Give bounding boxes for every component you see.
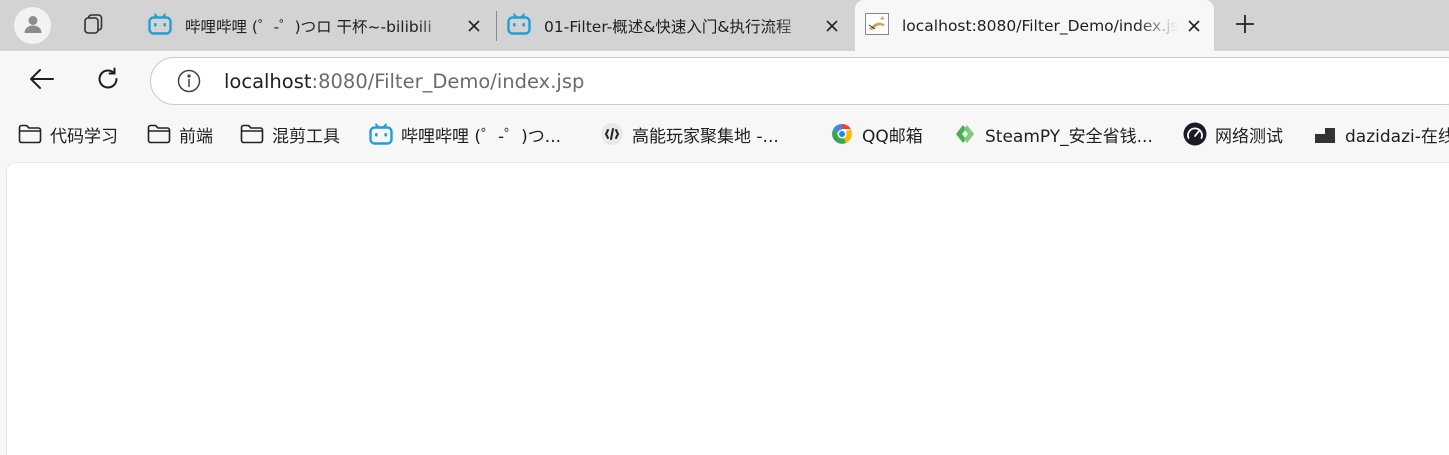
bookmark-speedtest[interactable]: 网络测试 <box>1183 119 1283 149</box>
folder-icon <box>147 122 171 146</box>
bookmark-label: 哔哩哔哩 (゜-゜)つ... <box>401 126 562 147</box>
tab-filter-video[interactable]: 01-Filter-概述&快速入门&执行流程 <box>497 8 852 44</box>
bookmark-label: 前端 <box>179 126 213 147</box>
bookmarks-bar: 代码学习 前端 混剪工具 哔哩哔哩 (゜-゜)つ... 高能玩家聚集地 -...… <box>0 111 1449 157</box>
profile-avatar-button[interactable] <box>14 7 51 44</box>
arrow-left-icon <box>29 68 55 94</box>
url-path: :8080/Filter_Demo/index.jsp <box>311 69 585 93</box>
bookmark-gamer[interactable]: 高能玩家聚集地 -... <box>600 119 779 149</box>
bookmark-label: QQ邮箱 <box>862 126 923 147</box>
reload-button[interactable] <box>88 61 128 101</box>
profile-icon <box>21 12 45 40</box>
tab-bilibili-home[interactable]: 哔哩哔哩 (゜-゜)つロ 干杯~-bilibili <box>138 8 494 44</box>
bookmark-label: 网络测试 <box>1215 126 1283 147</box>
bookmark-qqmail[interactable]: QQ邮箱 <box>830 119 923 149</box>
tab-title: 哔哩哔哩 (゜-゜)つロ 干杯~-bilibili <box>185 18 432 36</box>
close-icon[interactable] <box>464 16 484 36</box>
bookmark-label: 高能玩家聚集地 -... <box>632 126 779 147</box>
tab-localhost-active[interactable]: localhost:8080/Filter_Demo/index.jsp <box>855 0 1214 51</box>
bookmark-dazidazi[interactable]: dazidazi-在线 <box>1313 119 1449 149</box>
tab-strip: 哔哩哔哩 (゜-゜)つロ 干杯~-bilibili 01-Filter-概述&快… <box>0 0 1449 51</box>
site-info-icon[interactable] <box>176 68 202 94</box>
gamer-icon <box>600 122 624 146</box>
workspaces-button[interactable] <box>74 7 112 45</box>
page-content-area[interactable] <box>6 162 1449 455</box>
close-icon[interactable] <box>1184 16 1204 36</box>
bookmark-folder-frontend[interactable]: 前端 <box>147 119 213 149</box>
close-icon[interactable] <box>822 16 842 36</box>
bilibili-icon <box>148 13 172 39</box>
back-button[interactable] <box>22 61 62 101</box>
bookmark-label: 代码学习 <box>50 126 118 147</box>
speedtest-icon <box>1183 122 1207 146</box>
bilibili-icon <box>507 13 531 39</box>
plus-icon <box>1235 14 1255 38</box>
tomcat-icon <box>865 12 889 39</box>
bookmark-bilibili[interactable]: 哔哩哔哩 (゜-゜)つ... <box>369 119 561 149</box>
bookmark-label: 混剪工具 <box>272 126 340 147</box>
bookmark-steampy[interactable]: SteamPY_安全省钱... <box>953 119 1153 149</box>
url-text: localhost:8080/Filter_Demo/index.jsp <box>224 70 584 93</box>
tab-title: localhost:8080/Filter_Demo/index.jsp <box>902 16 1178 35</box>
folder-icon <box>240 122 264 146</box>
bookmark-label: SteamPY_安全省钱... <box>985 126 1153 147</box>
qqmail-icon <box>830 122 854 146</box>
bilibili-icon <box>369 122 393 146</box>
url-host: localhost <box>224 69 312 93</box>
tab-title: 01-Filter-概述&快速入门&执行流程 <box>544 18 792 36</box>
bookmark-folder-code[interactable]: 代码学习 <box>18 119 118 149</box>
reload-icon <box>95 66 121 96</box>
address-bar[interactable]: localhost:8080/Filter_Demo/index.jsp <box>150 57 1449 105</box>
navigation-toolbar: localhost:8080/Filter_Demo/index.jsp <box>0 51 1449 111</box>
workspaces-icon <box>80 11 106 41</box>
steampy-icon <box>953 122 977 146</box>
bookmark-label: dazidazi-在线 <box>1345 126 1449 147</box>
folder-icon <box>18 122 42 146</box>
dazidazi-icon <box>1313 122 1337 146</box>
bookmark-folder-editing-tools[interactable]: 混剪工具 <box>240 119 340 149</box>
new-tab-button[interactable] <box>1226 8 1264 44</box>
